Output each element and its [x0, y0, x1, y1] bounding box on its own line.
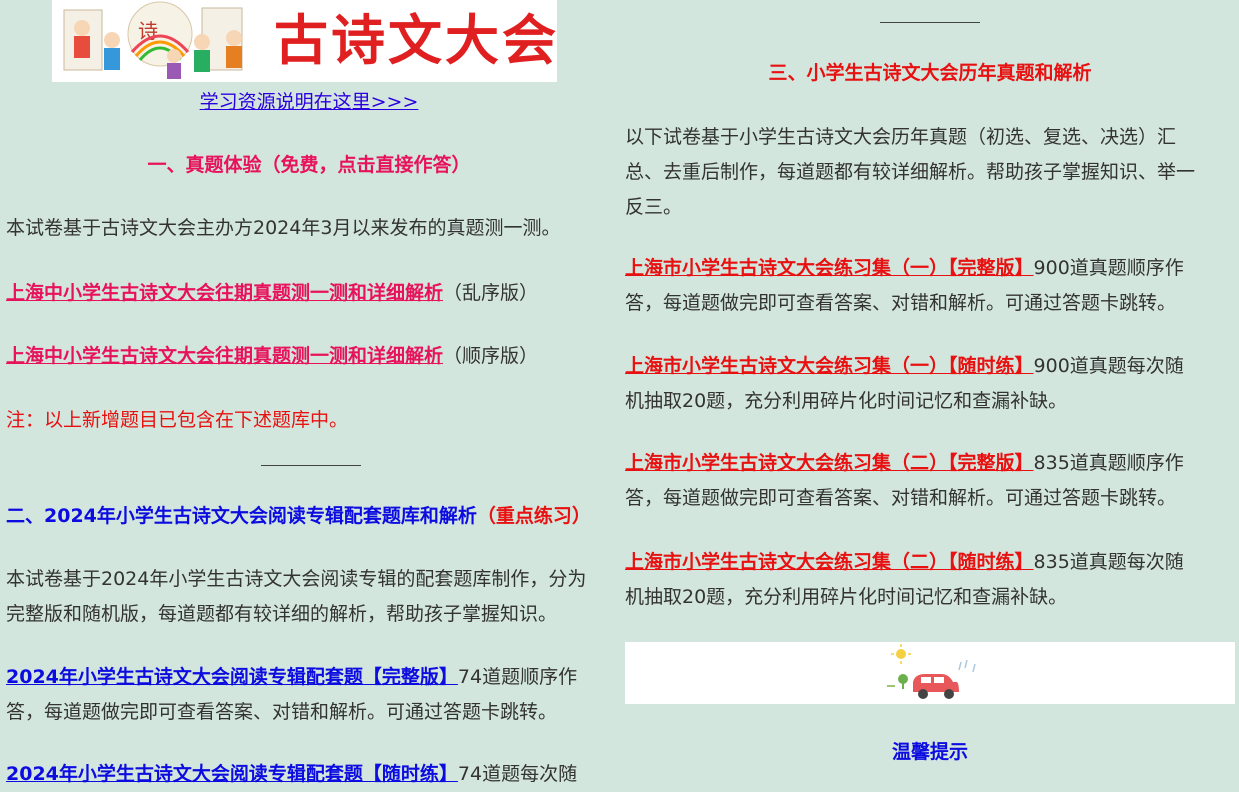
section2-intro-line: 完整版和随机版，每道题都有较详细的解析，帮助孩子掌握知识。: [6, 603, 558, 625]
section2-item-desc: 答，每道题做完即可查看答案、对错和解析。可通过答题卡跳转。: [6, 701, 558, 723]
banner-illustration-icon: 诗: [63, 1, 243, 79]
section2-item-desc: 74道题每次随: [457, 763, 578, 785]
section3-intro-line: 反三。: [625, 196, 683, 218]
section3-intro: 以下试卷基于小学生古诗文大会历年真题（初选、复选、决选）汇 总、去重后制作，每道…: [625, 120, 1195, 225]
section3-item-desc: 机抽取20题，充分利用碎片化时间记忆和查漏补缺。: [625, 390, 1068, 412]
section3-item-desc: 机抽取20题，充分利用碎片化时间记忆和查漏补缺。: [625, 586, 1068, 608]
car-icon: [887, 644, 976, 699]
divider: [261, 465, 361, 466]
section1-heading: 一、真题体验（免费，点击直接作答）: [147, 154, 471, 176]
section1-note: 注：以上新增题目已包含在下述题库中。: [6, 409, 349, 431]
divider: [880, 22, 980, 23]
section1-item: 上海中小学生古诗文大会往期真题测一测和详细解析（乱序版）: [6, 276, 538, 311]
section3-item-link[interactable]: 上海市小学生古诗文大会练习集（二）【完整版】: [625, 452, 1034, 474]
section1-item: 上海中小学生古诗文大会往期真题测一测和详细解析（顺序版）: [6, 339, 538, 374]
section3-item-desc: 835道真题每次随: [1033, 551, 1184, 573]
section1-item-link[interactable]: 上海中小学生古诗文大会往期真题测一测和详细解析: [6, 282, 443, 304]
section1-item-suffix: （乱序版）: [443, 282, 539, 304]
section1-item-link[interactable]: 上海中小学生古诗文大会往期真题测一测和详细解析: [6, 345, 443, 367]
section3-item: 上海市小学生古诗文大会练习集（二）【完整版】835道真题顺序作 答，每道题做完即…: [625, 446, 1184, 516]
section3-item-link[interactable]: 上海市小学生古诗文大会练习集（二）【随时练】: [625, 551, 1034, 573]
tips-heading: 温馨提示: [891, 741, 968, 763]
section2-item-link[interactable]: 2024年小学生古诗文大会阅读专辑配套题【完整版】: [6, 666, 458, 688]
section3-item-desc: 900道真题每次随: [1033, 355, 1184, 377]
section2-intro-line: 本试卷基于2024年小学生古诗文大会阅读专辑的配套题库制作，分为: [6, 568, 587, 590]
section3-item-link[interactable]: 上海市小学生古诗文大会练习集（一）【完整版】: [625, 257, 1034, 279]
section3-intro-line: 以下试卷基于小学生古诗文大会历年真题（初选、复选、决选）汇: [625, 126, 1177, 148]
section3-item-desc: 答，每道题做完即可查看答案、对错和解析。可通过答题卡跳转。: [625, 292, 1177, 314]
section2-item-link[interactable]: 2024年小学生古诗文大会阅读专辑配套题【随时练】: [6, 763, 458, 785]
section1-item-suffix: （顺序版）: [443, 345, 539, 367]
section2-heading-text: 二、2024年小学生古诗文大会阅读专辑配套题库和解析: [6, 505, 477, 527]
banner: 诗 古诗文大会: [52, 0, 557, 82]
resource-link[interactable]: 学习资源说明在这里>>>: [6, 88, 612, 116]
section2-heading: 二、2024年小学生古诗文大会阅读专辑配套题库和解析（重点练习）: [6, 502, 591, 530]
section1-intro: 本试卷基于古诗文大会主办方2024年3月以来发布的真题测一测。: [6, 217, 561, 239]
section3-item-desc: 835道真题顺序作: [1033, 452, 1184, 474]
section3-item-desc: 答，每道题做完即可查看答案、对错和解析。可通过答题卡跳转。: [625, 487, 1177, 509]
section2-item: 2024年小学生古诗文大会阅读专辑配套题【完整版】74道题顺序作 答，每道题做完…: [6, 660, 577, 730]
section3-item: 上海市小学生古诗文大会练习集（一）【完整版】900道真题顺序作 答，每道题做完即…: [625, 251, 1184, 321]
section3-intro-line: 总、去重后制作，每道题都有较详细解析。帮助孩子掌握知识、举一: [625, 161, 1196, 183]
section3-item: 上海市小学生古诗文大会练习集（二）【随时练】835道真题每次随 机抽取20题，充…: [625, 545, 1184, 615]
section2-item-desc: 74道题顺序作: [457, 666, 578, 688]
section2-heading-emphasis: （重点练习）: [476, 505, 591, 527]
banner-title: 古诗文大会: [274, 9, 557, 72]
section3-item-desc: 900道真题顺序作: [1033, 257, 1184, 279]
section2-intro: 本试卷基于2024年小学生古诗文大会阅读专辑的配套题库制作，分为 完整版和随机版…: [6, 562, 586, 632]
section3-item: 上海市小学生古诗文大会练习集（一）【随时练】900道真题每次随 机抽取20题，充…: [625, 349, 1184, 419]
car-illustration: [625, 642, 1235, 704]
section3-item-link[interactable]: 上海市小学生古诗文大会练习集（一）【随时练】: [625, 355, 1034, 377]
section2-item: 2024年小学生古诗文大会阅读专辑配套题【随时练】74道题每次随: [6, 757, 577, 792]
section3-heading: 三、小学生古诗文大会历年真题和解析: [768, 62, 1092, 84]
